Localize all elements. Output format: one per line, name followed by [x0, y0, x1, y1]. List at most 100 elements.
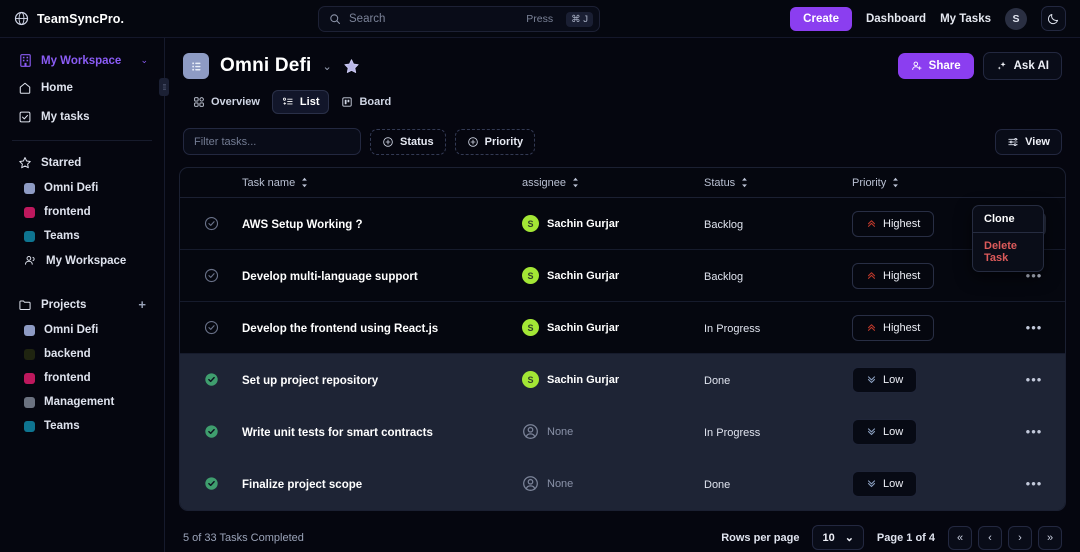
sidebar-starred-label-2: Teams: [44, 230, 80, 242]
view-button[interactable]: View: [995, 128, 1062, 155]
context-menu-delete-task[interactable]: Delete Task: [973, 232, 1043, 271]
ask-ai-button-label: Ask AI: [1013, 60, 1049, 72]
theme-toggle-button[interactable]: [1041, 6, 1066, 31]
column-header-priority[interactable]: Priority: [852, 177, 1010, 189]
priority-badge[interactable]: Low: [852, 366, 918, 393]
priority-label: Low: [883, 477, 904, 490]
add-project-button[interactable]: +: [138, 297, 146, 312]
prev-page-button[interactable]: ‹: [978, 525, 1002, 550]
tab-overview[interactable]: Overview: [183, 90, 270, 114]
row-menu-button[interactable]: •••: [1022, 472, 1046, 496]
table-row[interactable]: Set up project repository S Sachin Gurja…: [180, 354, 1065, 406]
search-bar[interactable]: Search Press ⌘ J: [318, 6, 600, 32]
row-complete-toggle[interactable]: [180, 216, 242, 231]
check-square-icon: [19, 111, 31, 123]
priority-badge[interactable]: Highest: [852, 314, 935, 341]
table-row[interactable]: Develop multi-language support S Sachin …: [180, 250, 1065, 302]
brand[interactable]: TeamSyncPro.: [14, 11, 304, 26]
favorite-star-button[interactable]: [343, 58, 360, 75]
project-chevron-down-icon[interactable]: ⌄: [323, 60, 332, 73]
row-menu-button[interactable]: •••: [1022, 368, 1046, 392]
column-header-priority-label: Priority: [852, 176, 887, 189]
sidebar-project-teams[interactable]: Teams: [6, 414, 158, 438]
star-icon: [19, 157, 31, 169]
ask-ai-button[interactable]: Ask AI: [982, 52, 1062, 80]
tab-list[interactable]: List: [271, 90, 330, 114]
column-header-status-label: Status: [704, 176, 736, 189]
task-name: Develop the frontend using React.js: [242, 322, 439, 335]
chevrons-up-icon: [867, 220, 876, 227]
circle-check-filled-icon: [204, 477, 218, 490]
avatar: S: [522, 215, 539, 232]
row-complete-toggle[interactable]: [180, 424, 242, 439]
circle-check-filled-icon: [204, 425, 218, 438]
workspace-selector[interactable]: My Workspace ⌄: [6, 48, 158, 73]
nav-dashboard[interactable]: Dashboard: [866, 13, 926, 25]
priority-badge[interactable]: Highest: [852, 262, 935, 289]
row-complete-toggle[interactable]: [180, 268, 242, 283]
priority-badge[interactable]: Highest: [852, 210, 935, 237]
context-menu-clone[interactable]: Clone: [973, 206, 1043, 232]
circle-check-icon: [204, 216, 218, 231]
sidebar-resize-handle[interactable]: ⁞⁞: [159, 78, 169, 96]
user-avatar[interactable]: S: [1005, 7, 1027, 30]
column-header-status[interactable]: Status: [704, 177, 852, 189]
sidebar-item-home[interactable]: Home: [6, 74, 158, 102]
sidebar-divider: [12, 140, 152, 141]
assignee-name: Sachin Gurjar: [547, 321, 620, 334]
sidebar-starred-label-1: frontend: [44, 206, 91, 218]
assignee-name: Sachin Gurjar: [547, 373, 620, 386]
sidebar-item-starred-omni-defi[interactable]: Omni Defi: [6, 176, 158, 200]
nav-my-tasks[interactable]: My Tasks: [940, 13, 991, 25]
row-complete-toggle[interactable]: [180, 372, 242, 387]
chevrons-up-icon: [867, 272, 876, 279]
status-filter-chip[interactable]: Status: [370, 128, 446, 155]
sidebar-section-starred[interactable]: Starred: [6, 150, 158, 176]
column-header-task-name[interactable]: Task name: [242, 177, 522, 189]
create-button[interactable]: Create: [790, 6, 852, 31]
sidebar-project-frontend[interactable]: frontend: [6, 366, 158, 390]
priority-badge[interactable]: Low: [852, 470, 918, 497]
row-menu-button[interactable]: •••: [1022, 420, 1046, 444]
sidebar-item-home-label: Home: [41, 82, 73, 94]
project-swatch: [24, 324, 35, 336]
search-press-label: Press: [526, 13, 554, 25]
row-complete-toggle[interactable]: [180, 320, 242, 335]
sidebar-section-starred-label: Starred: [41, 157, 82, 169]
top-bar: TeamSyncPro. Search Press ⌘ J Create Das…: [0, 0, 1080, 38]
chevron-down-icon: ⌄: [140, 55, 148, 65]
avatar: S: [522, 371, 539, 388]
table-row[interactable]: AWS Setup Working ? S Sachin Gurjar Back…: [180, 198, 1065, 250]
column-header-assignee[interactable]: assignee: [522, 177, 704, 189]
priority-filter-chip[interactable]: Priority: [454, 128, 536, 155]
user-circle-icon: [523, 424, 538, 439]
sidebar-item-starred-my-workspace[interactable]: My Workspace: [6, 248, 158, 273]
sidebar-section-projects[interactable]: Projects +: [6, 291, 158, 318]
filter-tasks-input[interactable]: [183, 128, 361, 155]
priority-badge[interactable]: Low: [852, 418, 918, 445]
home-icon: [19, 82, 31, 94]
row-complete-toggle[interactable]: [180, 476, 242, 491]
next-page-button[interactable]: ›: [1008, 525, 1032, 550]
first-page-button[interactable]: «: [948, 525, 972, 550]
search-shortcut-key: ⌘ J: [566, 11, 593, 27]
sidebar-item-my-tasks[interactable]: My tasks: [6, 103, 158, 131]
tab-board[interactable]: Board: [331, 90, 401, 114]
sidebar-project-omni-defi[interactable]: Omni Defi: [6, 318, 158, 342]
user-plus-icon: [911, 61, 922, 71]
row-menu-button[interactable]: •••: [1022, 316, 1046, 340]
table-row[interactable]: Write unit tests for smart contracts Non…: [180, 406, 1065, 458]
table-row[interactable]: Finalize project scope None Done Low •••: [180, 458, 1065, 510]
pagination-buttons: « ‹ › »: [948, 525, 1062, 550]
table-row[interactable]: Develop the frontend using React.js S Sa…: [180, 302, 1065, 354]
page-indicator: Page 1 of 4: [876, 531, 935, 544]
sidebar-project-label-4: Teams: [44, 420, 80, 432]
sidebar-item-starred-teams[interactable]: Teams: [6, 224, 158, 248]
share-button[interactable]: Share: [897, 53, 974, 79]
rows-per-page-select[interactable]: 10 ⌄: [812, 525, 864, 550]
plus-circle-icon: [383, 136, 393, 147]
last-page-button[interactable]: »: [1038, 525, 1062, 550]
sidebar-project-backend[interactable]: backend: [6, 342, 158, 366]
sidebar-item-starred-frontend[interactable]: frontend: [6, 200, 158, 224]
sidebar-project-management[interactable]: Management: [6, 390, 158, 414]
